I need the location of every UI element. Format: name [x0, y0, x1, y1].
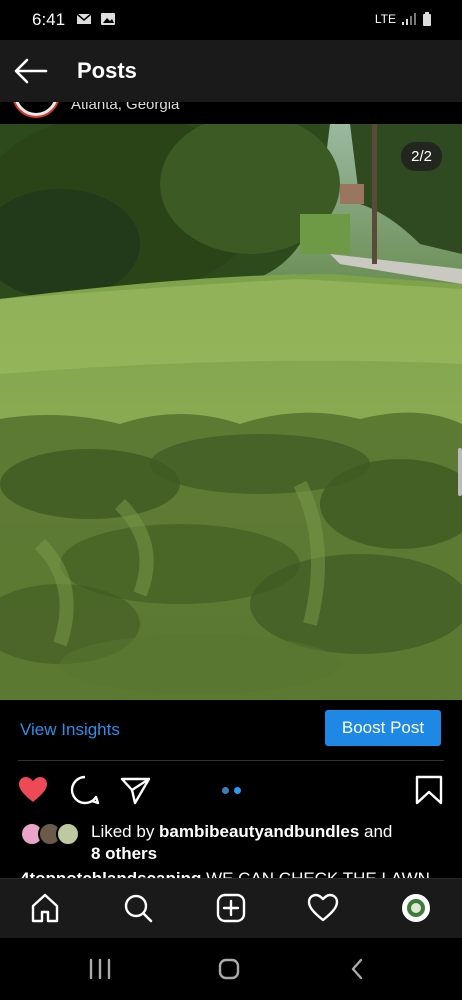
share-icon[interactable] — [119, 774, 151, 806]
carousel-dot — [222, 787, 229, 794]
post-image[interactable] — [0, 124, 462, 700]
liker-avatars[interactable] — [20, 822, 82, 848]
new-post-icon[interactable] — [215, 892, 247, 924]
home-button-icon[interactable] — [214, 956, 244, 982]
home-icon[interactable] — [29, 892, 61, 924]
boost-post-button[interactable]: Boost Post — [325, 710, 441, 746]
image-page-counter: 2/2 — [401, 142, 442, 171]
carousel-dots — [222, 787, 241, 794]
caption-text: WE CAN CHECK THE LAWN — [201, 869, 430, 878]
divider — [18, 760, 444, 761]
carousel-dot-active — [234, 787, 241, 794]
back-arrow-icon[interactable] — [14, 58, 48, 84]
likes-prefix: Liked by — [91, 822, 160, 841]
likes-row: Liked by bambibeautyandbundles and 8 oth… — [0, 818, 462, 864]
profile-logo-icon — [407, 899, 425, 917]
app-header: Posts — [0, 40, 462, 102]
liker-avatar — [56, 822, 80, 846]
recent-apps-icon[interactable] — [86, 956, 116, 982]
comment-icon[interactable] — [69, 774, 101, 806]
network-type: LTE — [374, 12, 396, 26]
bottom-nav — [0, 878, 462, 938]
back-button-icon[interactable] — [343, 956, 373, 982]
system-nav — [0, 938, 462, 1000]
post-caption: 4topnotchlandscaping WE CAN CHECK THE LA… — [20, 866, 460, 878]
liker-username[interactable]: bambibeautyandbundles — [159, 822, 359, 841]
heart-filled-icon[interactable] — [17, 774, 49, 806]
mail-icon — [76, 13, 92, 24]
scroll-indicator[interactable] — [458, 448, 462, 496]
post-header: Atlanta, Georgia — [0, 102, 462, 124]
status-right: LTE — [375, 12, 432, 26]
likes-middle: and — [359, 822, 393, 841]
post-actions — [0, 770, 462, 814]
caption-username[interactable]: 4topnotchlandscaping — [20, 869, 201, 878]
battery-icon — [423, 12, 431, 26]
view-insights-link[interactable]: View Insights — [20, 720, 120, 740]
search-icon[interactable] — [122, 892, 154, 924]
post-location[interactable]: Atlanta, Georgia — [71, 102, 179, 113]
insights-row: View Insights Boost Post — [0, 700, 462, 760]
page-title: Posts — [77, 58, 137, 83]
status-bar: 6:41 LTE — [0, 0, 462, 40]
profile-avatar[interactable] — [402, 894, 430, 922]
status-time: 6:41 — [32, 10, 66, 29]
activity-heart-icon[interactable] — [307, 892, 339, 924]
bookmark-icon[interactable] — [413, 774, 445, 806]
likes-others[interactable]: 8 others — [91, 844, 157, 863]
notification-icons — [76, 12, 116, 26]
lawn-photo — [0, 124, 462, 700]
signal-icon — [402, 13, 416, 25]
likes-summary[interactable]: Liked by bambibeautyandbundles and 8 oth… — [91, 821, 451, 865]
author-avatar[interactable] — [14, 102, 58, 116]
image-icon — [101, 13, 115, 25]
